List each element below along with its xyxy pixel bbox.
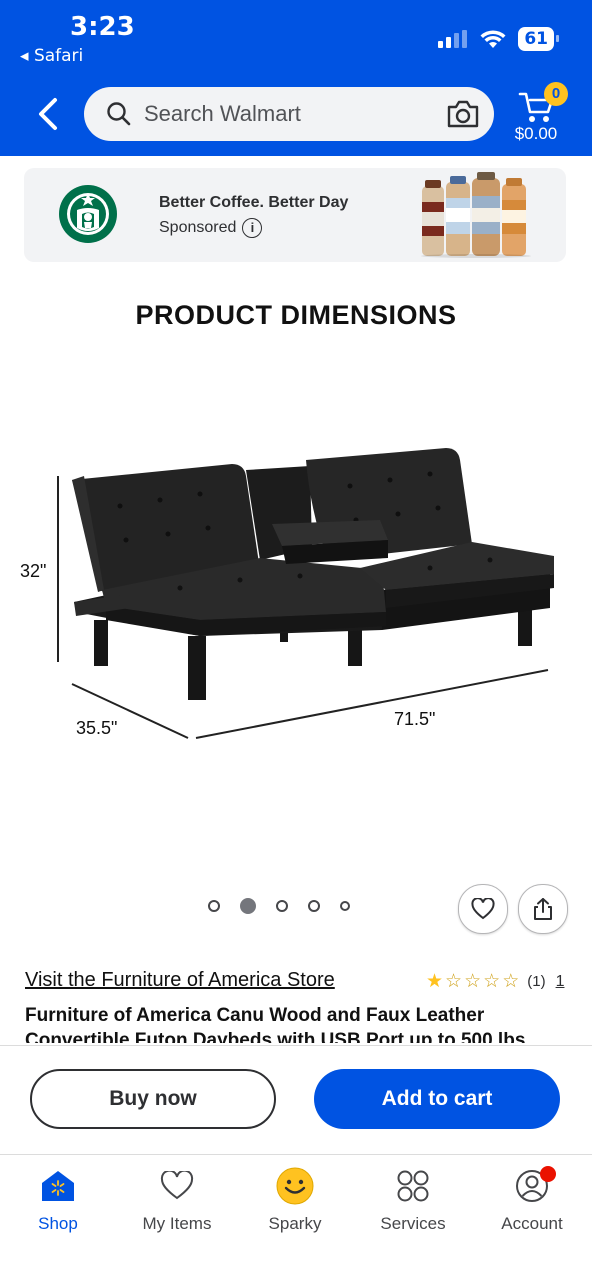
info-icon[interactable]: i	[242, 218, 263, 238]
cart-button[interactable]: 0 $0.00	[512, 82, 572, 148]
rating-summary[interactable]: ★ ☆ ☆ ☆ ☆ (1) 1	[426, 970, 564, 993]
bottom-navigation: Shop My Items Sparky Services Account	[0, 1156, 592, 1280]
status-icons: 61	[438, 26, 559, 52]
nav-label: Sparky	[268, 1214, 322, 1233]
carousel-dot-active[interactable]	[240, 898, 256, 914]
cart-total: $0.00	[514, 124, 558, 143]
sponsored-ad-banner[interactable]: Better Coffee. Better Day Sponsored i	[24, 168, 566, 262]
star-filled-icon: ★	[426, 971, 444, 992]
carousel-dot[interactable]	[208, 900, 220, 912]
nav-item-my-items[interactable]: My Items	[122, 1166, 232, 1234]
nav-item-sparky[interactable]: Sparky	[240, 1166, 350, 1234]
starbucks-logo	[59, 185, 117, 243]
nav-item-services[interactable]: Services	[358, 1166, 468, 1234]
share-button[interactable]	[518, 884, 568, 934]
search-icon	[107, 102, 131, 126]
wifi-icon	[480, 30, 506, 48]
back-button[interactable]	[30, 94, 66, 134]
heart-icon	[471, 898, 495, 920]
nav-label: Services	[380, 1214, 446, 1233]
search-bar[interactable]	[84, 87, 494, 141]
sponsored-label: Sponsored	[159, 219, 237, 236]
height-dimension-label: 32"	[20, 561, 47, 581]
sparky-icon	[276, 1167, 314, 1205]
buy-now-button[interactable]: Buy now	[30, 1069, 276, 1129]
share-icon	[534, 898, 552, 920]
image-carousel-indicator	[208, 898, 350, 914]
status-time: 3:23	[70, 12, 135, 42]
depth-dimension-label: 35.5"	[76, 718, 118, 738]
reviews-link[interactable]: 1	[556, 973, 565, 991]
product-title: Furniture of America Canu Wood and Faux …	[25, 1005, 531, 1043]
carousel-dot[interactable]	[340, 901, 350, 911]
nav-item-shop[interactable]: Shop	[3, 1166, 113, 1234]
camera-icon[interactable]	[446, 99, 480, 129]
notification-dot	[540, 1166, 556, 1182]
nav-label: My Items	[142, 1214, 212, 1233]
chevron-left-icon	[39, 98, 57, 130]
favorite-button[interactable]	[458, 884, 508, 934]
signal-icon	[438, 30, 468, 48]
product-image-heading: PRODUCT DIMENSIONS	[135, 300, 457, 330]
star-empty-icon: ☆	[445, 971, 463, 992]
battery-indicator: 61	[518, 27, 559, 51]
back-to-app-link[interactable]: ◂ Safari	[20, 46, 83, 66]
width-dimension-label: 71.5"	[394, 709, 436, 729]
carousel-dot[interactable]	[308, 900, 320, 912]
store-link[interactable]: Visit the Furniture of America Store	[25, 969, 335, 992]
ad-sponsored-row: Sponsored i	[159, 218, 263, 238]
coffee-bottles-image	[421, 172, 531, 258]
shop-icon	[42, 1171, 74, 1201]
nav-label: Shop	[38, 1214, 78, 1233]
divider	[0, 1154, 592, 1155]
futon-product-image[interactable]	[10, 440, 580, 760]
rating-count: (1)	[527, 973, 546, 990]
back-app-label: Safari	[33, 46, 84, 66]
star-empty-icon: ☆	[502, 971, 520, 992]
add-to-cart-button[interactable]: Add to cart	[314, 1069, 560, 1129]
nav-item-account[interactable]: Account	[477, 1166, 587, 1234]
nav-label: Account	[501, 1214, 563, 1233]
services-icon	[397, 1170, 429, 1202]
heart-icon	[160, 1171, 194, 1200]
header-bar: 3:23 ◂ Safari 61 Search Walmart 0 $0.00	[0, 0, 592, 156]
ad-title: Better Coffee. Better Day	[159, 194, 349, 211]
search-input[interactable]	[144, 87, 424, 141]
carousel-dot[interactable]	[276, 900, 288, 912]
cart-count-badge: 0	[544, 82, 568, 106]
star-empty-icon: ☆	[483, 971, 501, 992]
star-empty-icon: ☆	[464, 971, 482, 992]
divider	[0, 1045, 592, 1046]
